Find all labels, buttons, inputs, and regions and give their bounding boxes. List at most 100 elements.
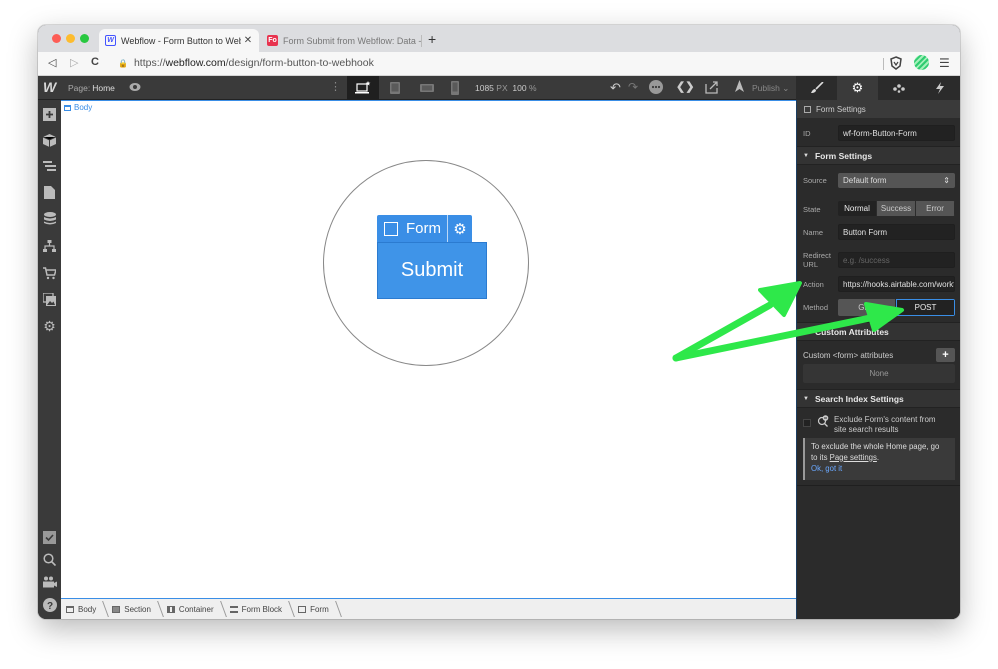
cms-button[interactable] (42, 211, 57, 226)
design-canvas[interactable]: Body Form ⚙ Submit (61, 100, 796, 599)
source-value: Default form (843, 176, 887, 185)
publish-rocket-icon[interactable] (733, 80, 746, 93)
help-button[interactable]: ? (42, 597, 57, 612)
audit-button[interactable] (42, 530, 57, 545)
cart-icon (43, 267, 56, 280)
state-success-button[interactable]: Success (877, 201, 916, 216)
body-icon (64, 104, 71, 111)
zoom-value: 100 (512, 83, 527, 93)
url-scheme: https:// (133, 57, 166, 69)
url-field[interactable]: 🔒 https://webflow.com/design/form-button… (118, 57, 374, 69)
form-block-icon (229, 605, 238, 613)
logic-button[interactable] (42, 239, 57, 254)
comments-icon[interactable] (649, 80, 663, 94)
symbols-button[interactable] (42, 133, 57, 148)
breadcrumb-form-block[interactable]: Form Block (229, 604, 292, 614)
breakpoint-desktop-button[interactable] (347, 76, 379, 100)
page-icon (44, 186, 55, 199)
tab-style-panel[interactable] (796, 76, 837, 100)
state-normal-button[interactable]: Normal (838, 201, 877, 216)
form-element-tag[interactable]: Form ⚙ (377, 215, 472, 242)
close-tab-icon[interactable]: ✕ (241, 35, 255, 46)
source-select[interactable]: Default form ⇕ (838, 173, 955, 188)
tab-strip: W Webflow - Form Button to Webflow ✕ Fo … (38, 25, 960, 52)
checkmark-box-icon (43, 531, 56, 544)
navigator-icon (43, 161, 56, 171)
minimize-window-button[interactable] (66, 34, 75, 43)
zoom-unit: % (528, 83, 537, 93)
webflow-logo[interactable]: W (43, 79, 56, 95)
breadcrumb-section[interactable]: Section (112, 605, 161, 614)
action-url-input[interactable]: https://hooks.airtable.com/workflows (838, 276, 955, 292)
state-error-button[interactable]: Error (916, 201, 955, 216)
preview-eye-icon[interactable] (129, 81, 141, 93)
form-tag-label[interactable]: Form (377, 215, 448, 242)
form-settings-gear-icon[interactable]: ⚙ (448, 215, 472, 242)
breakpoint-tablet-button[interactable] (379, 76, 411, 100)
code-export-icon[interactable]: ❮❯ (676, 80, 694, 93)
svg-text:?: ? (46, 601, 52, 612)
publish-label: Publish (752, 83, 780, 93)
tab-settings-panel[interactable]: ⚙ (837, 76, 878, 100)
page-selector[interactable]: Page: Home (68, 83, 115, 93)
tab-lightning-panel[interactable] (919, 76, 960, 100)
settings-button[interactable]: ⚙ (42, 318, 57, 334)
method-post-button[interactable]: POST (896, 299, 955, 316)
extension-icon[interactable] (914, 55, 929, 70)
ecommerce-button[interactable] (42, 266, 57, 281)
back-icon[interactable]: ◁ (48, 56, 56, 69)
search-index-section-header[interactable]: ▼ Search Index Settings (797, 389, 960, 408)
reload-icon[interactable]: C (91, 56, 99, 68)
maximize-window-button[interactable] (80, 34, 89, 43)
form-icon (298, 605, 307, 613)
close-window-button[interactable] (52, 34, 61, 43)
redo-icon[interactable]: ↷ (628, 80, 638, 94)
method-get-button[interactable]: GET (838, 299, 896, 316)
new-tab-button[interactable]: + (428, 31, 436, 47)
forward-icon[interactable]: ▷ (70, 56, 78, 69)
publish-button[interactable]: Publish ⌄ (752, 83, 789, 94)
add-elements-button[interactable] (42, 107, 57, 122)
share-icon[interactable] (705, 80, 719, 94)
browser-menu-icon[interactable]: ☰ (939, 56, 950, 70)
redirect-label-line1: Redirect (803, 251, 831, 260)
id-input[interactable]: wf-form-Button-Form (838, 125, 955, 141)
ok-got-it-link[interactable]: Ok, got it (811, 464, 949, 475)
tab-webflow[interactable]: W Webflow - Form Button to Webflow ✕ (99, 29, 259, 52)
breadcrumb-form[interactable]: Form (298, 605, 339, 614)
custom-attributes-section-header[interactable]: ▼ Custom Attributes (797, 322, 960, 341)
form-tag-text: Form (406, 220, 441, 237)
exclude-search-label: Exclude Form's content from site search r… (834, 415, 936, 434)
name-input[interactable]: Button Form (838, 224, 955, 240)
redirect-url-input[interactable]: e.g. /success (838, 252, 955, 268)
breakpoint-portrait-button[interactable] (439, 76, 471, 100)
tab-form-submit[interactable]: Fo Form Submit from Webflow: Data - (261, 29, 421, 52)
breadcrumb-body[interactable]: Body (66, 605, 106, 614)
tutorials-button[interactable] (42, 574, 57, 589)
more-options-icon[interactable]: ⋮ (330, 80, 341, 93)
assets-button[interactable] (42, 292, 57, 307)
brush-icon (810, 82, 824, 93)
page-settings-link[interactable]: Page settings (830, 453, 877, 462)
panel-divider (797, 485, 960, 486)
form-settings-section-header[interactable]: ▼ Form Settings (797, 146, 960, 165)
state-segmented-control: Normal Success Error (838, 201, 955, 216)
state-label: State (803, 205, 821, 214)
crumb-label: Form Block (241, 604, 283, 614)
webflow-favicon-icon: W (105, 35, 116, 46)
undo-icon[interactable]: ↶ (610, 80, 621, 96)
collapse-triangle-icon: ▼ (803, 395, 809, 402)
body-icon (66, 605, 74, 613)
exclude-text-line1: Exclude Form's content from (834, 415, 936, 424)
submit-button[interactable]: Submit (377, 242, 487, 299)
add-attribute-button[interactable]: + (936, 348, 955, 362)
note-period: . (876, 452, 880, 462)
pages-button[interactable] (42, 185, 57, 200)
body-element-label[interactable]: Body (64, 103, 92, 112)
tab-interactions-panel[interactable] (878, 76, 919, 100)
breadcrumb-container[interactable]: Container (166, 605, 224, 614)
brave-shield-icon[interactable] (890, 56, 902, 70)
exclude-search-checkbox[interactable] (803, 419, 811, 427)
search-button[interactable] (42, 552, 57, 567)
navigator-button[interactable] (42, 159, 57, 174)
